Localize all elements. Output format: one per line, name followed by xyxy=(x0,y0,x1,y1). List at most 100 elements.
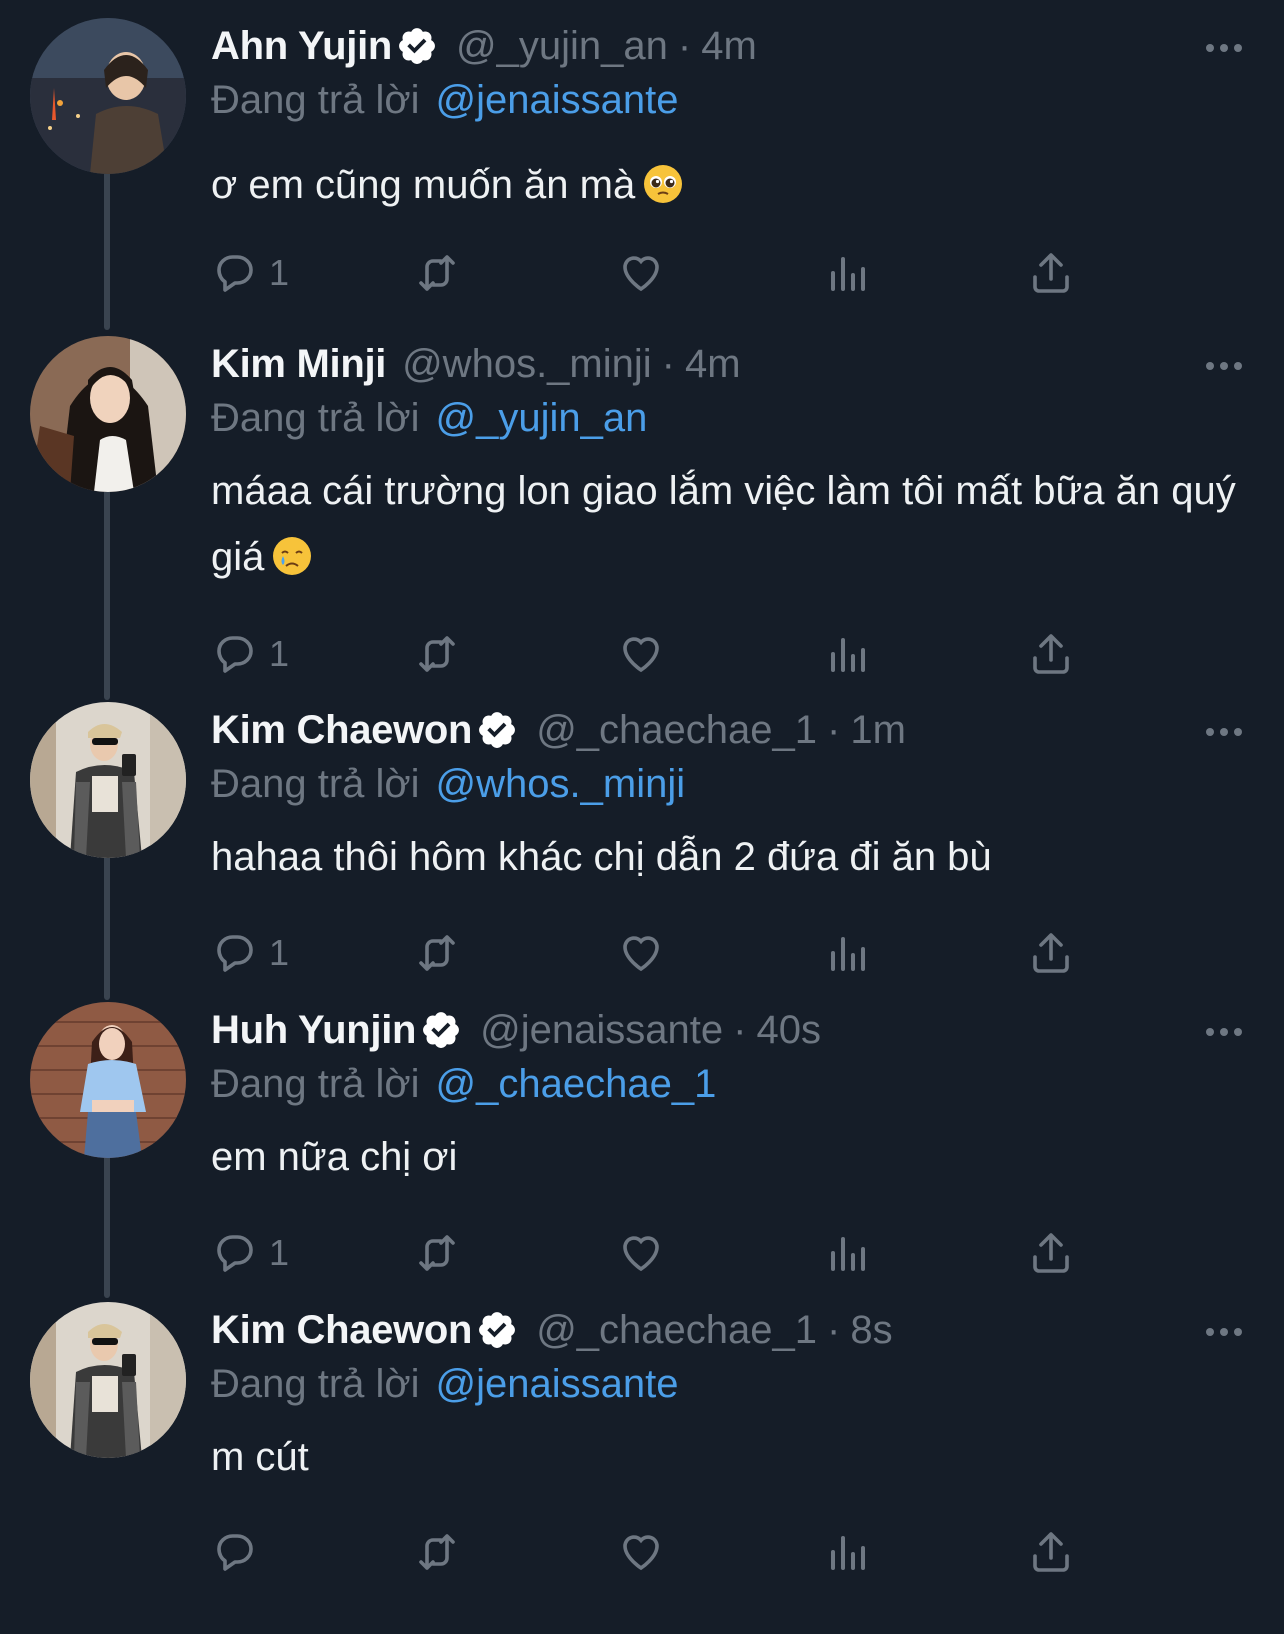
retweet-button[interactable] xyxy=(413,248,461,298)
reply-mention-link[interactable]: @_chaechae_1 xyxy=(436,1062,717,1107)
avatar[interactable] xyxy=(30,702,186,858)
display-name[interactable]: Kim Minji xyxy=(211,342,386,387)
reply-mention-link[interactable]: @whos._minji xyxy=(436,762,686,807)
heart-icon xyxy=(623,256,659,292)
tweet-text: hahaa thôi hôm khác chị dẫn 2 đứa đi ăn … xyxy=(211,824,1254,890)
like-button[interactable] xyxy=(617,629,665,679)
avatar[interactable] xyxy=(30,18,186,174)
like-button[interactable] xyxy=(617,1228,665,1278)
reply-icon xyxy=(217,935,253,972)
replying-to-label: Đang trả lời xyxy=(211,1361,420,1406)
views-button[interactable] xyxy=(823,248,871,298)
share-icon xyxy=(1033,933,1069,973)
reply-mention-link[interactable]: @_yujin_an xyxy=(436,396,648,441)
more-options-icon[interactable] xyxy=(1204,1326,1244,1338)
retweet-icon xyxy=(419,636,455,672)
more-options-icon[interactable] xyxy=(1204,42,1244,54)
tweet-text-content: m cút xyxy=(211,1435,309,1479)
tweet-actions: 1 xyxy=(211,629,1111,679)
share-button[interactable] xyxy=(1027,1527,1075,1577)
reply-mention-link[interactable]: @jenaissante xyxy=(436,1362,679,1407)
reply-icon xyxy=(217,1534,253,1571)
thread-connector xyxy=(104,1154,110,1298)
display-name[interactable]: Kim Chaewon xyxy=(211,1308,472,1353)
retweet-button[interactable] xyxy=(413,1527,461,1577)
heart-icon xyxy=(623,936,659,972)
retweet-button[interactable] xyxy=(413,629,461,679)
tweet-text: em nữa chị ơi xyxy=(211,1124,1254,1190)
views-chart-icon xyxy=(831,257,865,291)
more-options-icon[interactable] xyxy=(1204,726,1244,738)
share-button[interactable] xyxy=(1027,248,1075,298)
views-button[interactable] xyxy=(823,629,871,679)
heart-icon xyxy=(623,1535,659,1571)
thread-connector xyxy=(104,854,110,1000)
verified-badge-icon xyxy=(476,709,518,751)
views-button[interactable] xyxy=(823,928,871,978)
timestamp[interactable]: 4m xyxy=(701,24,757,69)
tweet-thread: Ahn Yujin @_yujin_an · 4m Đang trả lời @… xyxy=(0,0,1284,1634)
views-chart-icon xyxy=(831,638,865,672)
user-handle[interactable]: @jenaissante xyxy=(480,1008,723,1053)
retweet-icon xyxy=(419,1534,455,1570)
retweet-icon xyxy=(419,1235,455,1271)
reply-button[interactable]: 1 xyxy=(211,629,289,679)
share-button[interactable] xyxy=(1027,629,1075,679)
verified-badge-icon xyxy=(476,1309,518,1351)
verified-badge-icon xyxy=(420,1009,462,1051)
like-button[interactable] xyxy=(617,928,665,978)
timestamp[interactable]: 8s xyxy=(850,1308,892,1353)
reply-count: 1 xyxy=(269,633,290,674)
tweet-actions: 1 xyxy=(211,928,1111,978)
like-button[interactable] xyxy=(617,1527,665,1577)
tweet-text: m cút xyxy=(211,1424,1254,1490)
user-handle[interactable]: @_chaechae_1 xyxy=(536,1308,817,1353)
pleading-face-emoji-icon xyxy=(643,164,683,204)
timestamp[interactable]: 1m xyxy=(850,708,906,753)
retweet-icon xyxy=(419,935,455,971)
tweet-text-content: em nữa chị ơi xyxy=(211,1135,458,1179)
user-handle[interactable]: @_chaechae_1 xyxy=(536,708,817,753)
tweet-text: máaa cái trường lon giao lắm việc làm tô… xyxy=(211,458,1254,590)
timestamp[interactable]: 4m xyxy=(685,342,741,387)
separator-dot: · xyxy=(827,1307,841,1352)
avatar[interactable] xyxy=(30,1302,186,1458)
tweet-actions: 1 xyxy=(211,1228,1111,1278)
timestamp[interactable]: 40s xyxy=(756,1008,821,1053)
reply-mention-link[interactable]: @jenaissante xyxy=(436,78,679,123)
retweet-button[interactable] xyxy=(413,928,461,978)
display-name[interactable]: Ahn Yujin xyxy=(211,24,392,69)
separator-dot: · xyxy=(677,23,692,68)
share-icon xyxy=(1033,253,1069,293)
thread-connector xyxy=(104,170,110,330)
reply-button[interactable]: 1 xyxy=(211,248,289,298)
user-handle[interactable]: @_yujin_an xyxy=(456,24,668,69)
display-name[interactable]: Kim Chaewon xyxy=(211,708,472,753)
separator-dot: · xyxy=(827,707,841,752)
share-icon xyxy=(1033,634,1069,674)
views-button[interactable] xyxy=(823,1228,871,1278)
more-options-icon[interactable] xyxy=(1204,1026,1244,1038)
retweet-icon xyxy=(419,255,455,291)
replying-to-label: Đang trả lời xyxy=(211,77,420,122)
avatar[interactable] xyxy=(30,336,186,492)
replying-to-label: Đang trả lời xyxy=(211,761,420,806)
crying-face-emoji-icon xyxy=(272,536,312,576)
reply-button[interactable]: 1 xyxy=(211,1228,289,1278)
reply-button[interactable] xyxy=(211,1527,269,1577)
reply-button[interactable]: 1 xyxy=(211,928,289,978)
reply-count: 1 xyxy=(269,252,290,293)
share-button[interactable] xyxy=(1027,928,1075,978)
tweet-text-content: máaa cái trường lon giao lắm việc làm tô… xyxy=(211,469,1236,579)
like-button[interactable] xyxy=(617,248,665,298)
share-button[interactable] xyxy=(1027,1228,1075,1278)
user-handle[interactable]: @whos._minji xyxy=(402,342,652,387)
retweet-button[interactable] xyxy=(413,1228,461,1278)
views-chart-icon xyxy=(831,937,865,971)
avatar[interactable] xyxy=(30,1002,186,1158)
display-name[interactable]: Huh Yunjin xyxy=(211,1008,416,1053)
more-options-icon[interactable] xyxy=(1204,360,1244,372)
views-button[interactable] xyxy=(823,1527,871,1577)
reply-icon xyxy=(217,636,253,673)
replying-to-label: Đang trả lời xyxy=(211,395,420,440)
